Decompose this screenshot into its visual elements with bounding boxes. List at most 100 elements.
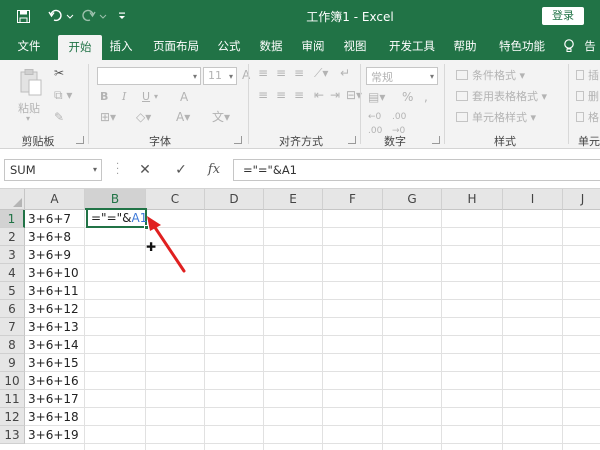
underline-button[interactable]: U: [142, 90, 150, 103]
font-color-icon[interactable]: A▾: [176, 110, 190, 124]
tab-insert[interactable]: 插入: [104, 33, 138, 60]
redo-icon[interactable]: [80, 7, 110, 25]
lightbulb-icon[interactable]: [560, 33, 578, 60]
font-size-combo[interactable]: 11 ▾: [203, 67, 237, 85]
font-name-combo[interactable]: ▾: [97, 67, 201, 85]
tab-page-layout[interactable]: 页面布局: [146, 33, 206, 60]
paste-dropdown-icon[interactable]: ▾: [26, 114, 30, 123]
select-all-button[interactable]: [0, 189, 25, 210]
align-center-icon[interactable]: ≡: [276, 88, 286, 102]
format-painter-icon[interactable]: ✎: [54, 110, 64, 124]
chevron-down-icon[interactable]: ▾: [93, 160, 97, 180]
alignment-launcher-icon[interactable]: [348, 136, 356, 144]
row-header-7[interactable]: 7: [0, 318, 25, 336]
clipboard-launcher-icon[interactable]: [76, 136, 84, 144]
column-header-a[interactable]: A: [25, 189, 85, 210]
align-bottom-icon[interactable]: ≡: [294, 66, 304, 80]
number-launcher-icon[interactable]: [432, 136, 440, 144]
cell-styles-button[interactable]: 单元格样式 ▾: [456, 109, 536, 125]
cell-a2[interactable]: 3+6+8: [28, 228, 71, 246]
column-header-g[interactable]: G: [383, 189, 442, 210]
row-header-9[interactable]: 9: [0, 354, 25, 372]
formula-bar-grip-icon[interactable]: · · ·: [116, 160, 119, 180]
tab-developer[interactable]: 开发工具: [382, 33, 442, 60]
align-top-icon[interactable]: ≡: [258, 66, 268, 80]
cell-a11[interactable]: 3+6+17: [28, 390, 79, 408]
underline-dropdown-icon[interactable]: ▾: [154, 90, 158, 104]
customize-icon[interactable]: [116, 7, 128, 25]
row-header-11[interactable]: 11: [0, 390, 25, 408]
italic-button[interactable]: I: [122, 90, 126, 103]
cell-a12[interactable]: 3+6+18: [28, 408, 79, 426]
percent-button[interactable]: %: [402, 90, 413, 104]
fill-color-icon[interactable]: ◇▾: [136, 110, 151, 124]
tab-formulas[interactable]: 公式: [212, 33, 246, 60]
row-header-6[interactable]: 6: [0, 300, 25, 318]
paste-icon[interactable]: [18, 68, 44, 98]
column-header-f[interactable]: F: [323, 189, 383, 210]
row-header-10[interactable]: 10: [0, 372, 25, 390]
decrease-indent-icon[interactable]: ⇤: [314, 88, 324, 102]
bold-button[interactable]: B: [100, 90, 108, 103]
login-button[interactable]: 登录: [542, 7, 584, 25]
cell-a3[interactable]: 3+6+9: [28, 246, 71, 264]
tab-special-features[interactable]: 特色功能: [492, 33, 552, 60]
row-header-13[interactable]: 13: [0, 426, 25, 444]
name-box[interactable]: SUM ▾: [4, 159, 102, 181]
row-header-3[interactable]: 3: [0, 246, 25, 264]
format-cells-button[interactable]: 格: [576, 109, 599, 125]
comma-style-icon[interactable]: ,: [424, 90, 428, 104]
column-header-d[interactable]: D: [205, 189, 264, 210]
undo-icon[interactable]: [46, 7, 76, 25]
align-left-icon[interactable]: ≡: [258, 88, 268, 102]
wrap-text-icon[interactable]: ↵: [340, 66, 350, 80]
row-header-12[interactable]: 12: [0, 408, 25, 426]
enter-button[interactable]: ✓: [172, 161, 190, 179]
cell-a8[interactable]: 3+6+14: [28, 336, 79, 354]
currency-icon[interactable]: ▤▾: [368, 90, 385, 104]
cancel-button[interactable]: ✕: [136, 161, 154, 179]
increase-indent-icon[interactable]: ⇥: [330, 88, 340, 102]
delete-cells-button[interactable]: 删: [576, 88, 599, 104]
conditional-format-button[interactable]: 条件格式 ▾: [456, 67, 525, 83]
cell-b1-edit-text[interactable]: ="="&A1: [91, 210, 147, 228]
cell-a6[interactable]: 3+6+12: [28, 300, 79, 318]
tab-file[interactable]: 文件: [6, 33, 52, 60]
cell-a7[interactable]: 3+6+13: [28, 318, 79, 336]
cut-icon[interactable]: ✂: [54, 66, 64, 80]
save-icon[interactable]: [14, 7, 32, 25]
row-header-2[interactable]: 2: [0, 228, 25, 246]
tab-overflow-letter[interactable]: 告: [580, 33, 600, 60]
insert-cells-button[interactable]: 插: [576, 67, 599, 83]
align-middle-icon[interactable]: ≡: [276, 66, 286, 80]
column-header-i[interactable]: I: [503, 189, 563, 210]
cell-a10[interactable]: 3+6+16: [28, 372, 79, 390]
tab-help[interactable]: 帮助: [448, 33, 482, 60]
cell-a9[interactable]: 3+6+15: [28, 354, 79, 372]
orientation-icon[interactable]: ⟋▾: [314, 66, 328, 80]
decrease-font-icon[interactable]: A: [180, 90, 188, 104]
tab-data[interactable]: 数据: [254, 33, 288, 60]
cell-a4[interactable]: 3+6+10: [28, 264, 79, 282]
column-header-j[interactable]: J: [563, 189, 600, 210]
row-header-8[interactable]: 8: [0, 336, 25, 354]
cell-a1[interactable]: 3+6+7: [28, 210, 71, 228]
column-header-h[interactable]: H: [442, 189, 503, 210]
tab-view[interactable]: 视图: [338, 33, 372, 60]
number-format-combo[interactable]: 常规 ▾: [366, 67, 438, 85]
row-header-1[interactable]: 1: [0, 210, 25, 228]
align-right-icon[interactable]: ≡: [294, 88, 304, 102]
column-header-e[interactable]: E: [264, 189, 323, 210]
row-header-5[interactable]: 5: [0, 282, 25, 300]
worksheet-grid[interactable]: ABCDEFGHIJ 1 2 3 4 5 6 7 8 9 10 11 12 13 3+6+7 3+6+8 3…: [0, 189, 600, 450]
formula-input[interactable]: ="="&A1: [233, 159, 600, 181]
font-launcher-icon[interactable]: [234, 136, 242, 144]
tab-home[interactable]: 开始: [58, 35, 102, 60]
border-icon[interactable]: ⊞▾: [100, 110, 116, 124]
phonetic-icon[interactable]: 文▾: [212, 110, 230, 124]
column-header-b[interactable]: B: [85, 189, 146, 210]
copy-icon[interactable]: ⧉ ▾: [54, 88, 72, 102]
tab-review[interactable]: 审阅: [296, 33, 330, 60]
cell-a5[interactable]: 3+6+11: [28, 282, 79, 300]
insert-function-button[interactable]: fx: [205, 161, 223, 179]
